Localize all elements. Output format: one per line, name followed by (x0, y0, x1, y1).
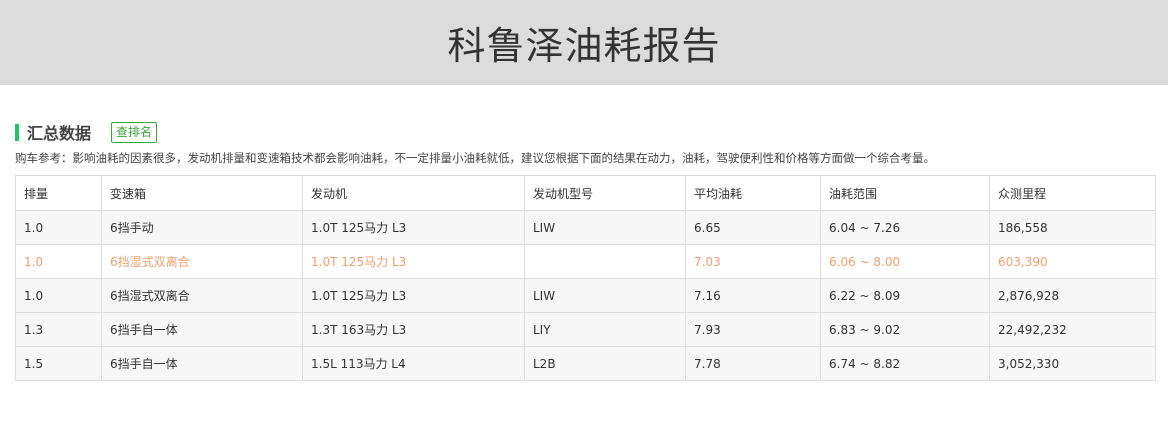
page-header: 科鲁泽油耗报告 (0, 0, 1168, 85)
cell-avg-consumption: 6.65 (685, 210, 821, 245)
table-header-row: 排量 变速箱 发动机 发动机型号 平均油耗 油耗范围 众测里程 (15, 175, 1156, 211)
cell-consumption-range: 6.06 ~ 8.00 (820, 244, 990, 279)
table-row[interactable]: 1.5 6挡手自一体 1.5L 113马力 L4 L2B 7.78 6.74 ~… (15, 346, 1156, 381)
page-title: 科鲁泽油耗报告 (447, 24, 721, 68)
cell-displacement: 1.5 (15, 346, 102, 381)
cell-consumption-range: 6.74 ~ 8.82 (820, 346, 990, 381)
section-accent-bar (15, 123, 19, 141)
cell-displacement: 1.0 (15, 210, 102, 245)
table-row-highlighted[interactable]: 1.0 6挡湿式双离合 1.0T 125马力 L3 7.03 6.06 ~ 8.… (15, 244, 1156, 279)
header-mileage: 众测里程 (989, 175, 1156, 211)
cell-transmission: 6挡手自一体 (101, 346, 303, 381)
cell-transmission: 6挡湿式双离合 (101, 244, 303, 279)
cell-mileage: 3,052,330 (989, 346, 1156, 381)
header-displacement: 排量 (15, 175, 102, 211)
cell-consumption-range: 6.83 ~ 9.02 (820, 312, 990, 347)
cell-avg-consumption: 7.16 (685, 278, 821, 313)
cell-consumption-range: 6.04 ~ 7.26 (820, 210, 990, 245)
cell-avg-consumption: 7.78 (685, 346, 821, 381)
header-avg-consumption: 平均油耗 (685, 175, 821, 211)
cell-mileage: 186,558 (989, 210, 1156, 245)
table-row[interactable]: 1.3 6挡手自一体 1.3T 163马力 L3 LIY 7.93 6.83 ~… (15, 312, 1156, 347)
cell-engine-model (524, 244, 686, 279)
cell-transmission: 6挡湿式双离合 (101, 278, 303, 313)
cell-engine: 1.0T 125马力 L3 (302, 210, 525, 245)
cell-mileage: 2,876,928 (989, 278, 1156, 313)
rank-button[interactable]: 查排名 (111, 121, 158, 143)
cell-consumption-range: 6.22 ~ 8.09 (820, 278, 990, 313)
section-title: 汇总数据 (27, 124, 92, 143)
cell-transmission: 6挡手自一体 (101, 312, 303, 347)
cell-mileage: 22,492,232 (989, 312, 1156, 347)
header-transmission: 变速箱 (101, 175, 303, 211)
cell-avg-consumption: 7.03 (685, 244, 821, 279)
header-engine: 发动机 (302, 175, 525, 211)
cell-engine-model: L2B (524, 346, 686, 381)
table-row[interactable]: 1.0 6挡湿式双离合 1.0T 125马力 L3 LIW 7.16 6.22 … (15, 278, 1156, 313)
cell-engine-model: LIW (524, 210, 686, 245)
purchase-note: 购车参考：影响油耗的因素很多，发动机排量和变速箱技术都会影响油耗，不一定排量小油… (15, 151, 935, 165)
header-engine-model: 发动机型号 (524, 175, 686, 211)
cell-engine-model: LIY (524, 312, 686, 347)
cell-engine: 1.0T 125马力 L3 (302, 278, 525, 313)
cell-engine: 1.0T 125马力 L3 (302, 244, 525, 279)
cell-engine-model: LIW (524, 278, 686, 313)
header-consumption-range: 油耗范围 (820, 175, 990, 211)
cell-displacement: 1.0 (15, 278, 102, 313)
cell-engine: 1.3T 163马力 L3 (302, 312, 525, 347)
cell-avg-consumption: 7.93 (685, 312, 821, 347)
summary-section-header: 汇总数据 查排名 (15, 121, 158, 143)
cell-displacement: 1.0 (15, 244, 102, 279)
cell-mileage: 603,390 (989, 244, 1156, 279)
fuel-table: 排量 变速箱 发动机 发动机型号 平均油耗 油耗范围 众测里程 1.0 6挡手动… (15, 175, 1156, 381)
cell-displacement: 1.3 (15, 312, 102, 347)
table-row[interactable]: 1.0 6挡手动 1.0T 125马力 L3 LIW 6.65 6.04 ~ 7… (15, 210, 1156, 245)
cell-transmission: 6挡手动 (101, 210, 303, 245)
cell-engine: 1.5L 113马力 L4 (302, 346, 525, 381)
